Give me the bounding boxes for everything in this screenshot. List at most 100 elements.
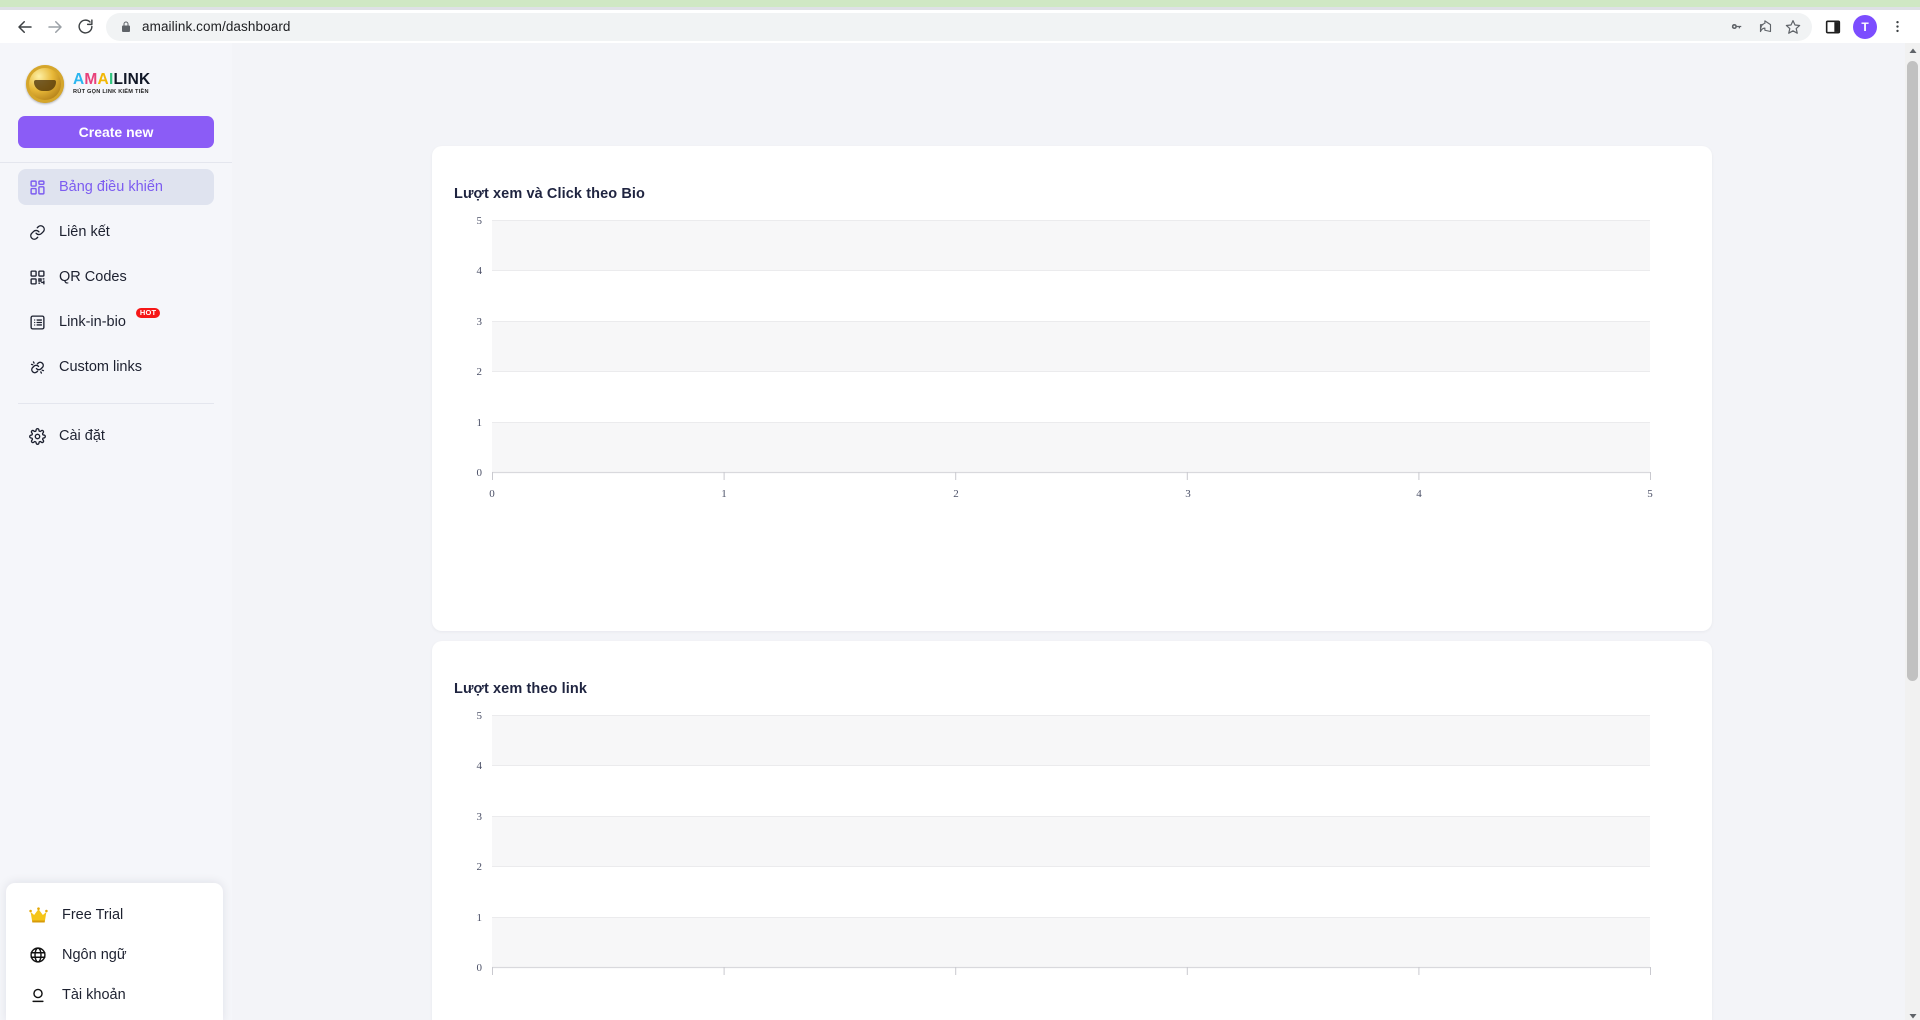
side-panel-icon [1825, 20, 1841, 33]
chart-y-tick-labels: 5 4 3 2 1 0 [477, 710, 483, 974]
chart-bands [492, 715, 1650, 967]
omnibox-actions [1724, 14, 1806, 40]
status-badge-hot: HOT [135, 307, 161, 319]
sidebar-divider-bottom [18, 403, 214, 404]
brand-text: AMAILINK RÚT GỌN LINK KIẾM TIỀN [73, 72, 150, 96]
browser-menu-button[interactable] [1884, 14, 1910, 40]
svg-text:1: 1 [721, 488, 727, 500]
svg-text:3: 3 [477, 811, 483, 823]
create-new-button[interactable]: Create new [18, 116, 214, 148]
scrollbar-thumb[interactable] [1907, 61, 1918, 681]
reload-icon [77, 19, 93, 34]
brand-word-link: LINK [113, 70, 151, 88]
bottom-item-label: Ngôn ngữ [62, 947, 127, 963]
bottom-item-account[interactable]: Tài khoản [6, 975, 223, 1015]
page-scrollbar[interactable] [1905, 43, 1920, 1020]
back-button[interactable] [10, 12, 40, 42]
bottom-item-free-trial[interactable]: Free Trial [6, 895, 223, 935]
svg-text:4: 4 [477, 760, 483, 772]
svg-text:1: 1 [477, 912, 483, 924]
address-bar[interactable]: amailink.com/dashboard [106, 12, 1812, 41]
brand-logo[interactable]: AMAILINK RÚT GỌN LINK KIẾM TIỀN [0, 43, 232, 107]
brand-letter-a2: A [97, 70, 109, 88]
sidebar-item-settings[interactable]: Cài đặt [18, 418, 214, 454]
scroll-up-button[interactable] [1905, 43, 1920, 58]
profile-avatar[interactable]: T [1853, 14, 1877, 39]
chart-x-ticks [492, 967, 1651, 975]
password-manager-button[interactable] [1724, 14, 1750, 40]
three-dot-menu-icon [1895, 20, 1899, 33]
chevron-down-icon [1909, 1013, 1916, 1018]
chart-x-ticks [492, 472, 1651, 480]
svg-text:4: 4 [1416, 488, 1422, 500]
sidebar: AMAILINK RÚT GỌN LINK KIẾM TIỀN Create n… [0, 43, 232, 1020]
tab-strip[interactable] [0, 0, 1920, 7]
sidebar-item-custom-links[interactable]: Custom links [18, 349, 214, 385]
card-views-clicks-by-bio: Lượt xem và Click theo Bio 5 4 3 2 1 0 0… [432, 146, 1712, 631]
page-content: AMAILINK RÚT GỌN LINK KIẾM TIỀN Create n… [0, 43, 1920, 1020]
browser-toolbar: amailink.com/dashboard T [0, 10, 1920, 43]
sidebar-bottom-menu: Free Trial Ngôn ngữ Tài khoản [6, 883, 223, 1020]
side-panel-button[interactable] [1820, 14, 1846, 40]
sidebar-settings-group: Cài đặt [0, 418, 232, 463]
sidebar-item-label: Bảng điều khiển [59, 179, 163, 195]
chart-views-clicks-by-bio[interactable]: 5 4 3 2 1 0 0 1 2 3 4 5 [432, 146, 1712, 631]
scroll-down-button[interactable] [1905, 1008, 1920, 1020]
svg-text:3: 3 [1185, 488, 1191, 500]
qr-code-icon [28, 268, 47, 287]
bookmark-button[interactable] [1780, 14, 1806, 40]
link-chain-icon [28, 223, 47, 242]
sidebar-item-label: Liên kết [59, 224, 110, 240]
user-account-icon [28, 985, 48, 1005]
lock-icon [120, 21, 132, 33]
sidebar-item-links[interactable]: Liên kết [18, 214, 214, 250]
sidebar-item-label: Cài đặt [59, 428, 105, 444]
forward-arrow-icon [48, 20, 62, 33]
url-text: amailink.com/dashboard [142, 19, 291, 34]
svg-text:0: 0 [489, 488, 495, 500]
chart-svg: 5 4 3 2 1 0 0 1 2 3 4 5 [477, 215, 1654, 500]
main-content: Lượt xem và Click theo Bio 5 4 3 2 1 0 0… [232, 43, 1920, 1020]
key-icon [1731, 24, 1741, 29]
chevron-up-icon [1909, 48, 1916, 53]
svg-text:2: 2 [953, 488, 959, 500]
bottom-item-label: Tài khoản [62, 987, 126, 1003]
chart-svg: 5 4 3 2 1 0 [477, 710, 1651, 975]
svg-text:0: 0 [477, 467, 483, 479]
brand-name: AMAILINK [73, 72, 150, 88]
brand-tagline: RÚT GỌN LINK KIẾM TIỀN [73, 89, 149, 96]
brand-letter-a1: A [73, 70, 85, 88]
coin-logo-icon [26, 65, 64, 103]
chart-bands [492, 220, 1650, 472]
bottom-item-label: Free Trial [62, 907, 124, 923]
svg-text:1: 1 [477, 417, 483, 429]
dashboard-grid-icon [28, 178, 47, 197]
svg-text:2: 2 [477, 861, 483, 873]
custom-link-icon [28, 358, 47, 377]
chart-y-tick-labels: 5 4 3 2 1 0 [477, 215, 483, 479]
back-arrow-icon [18, 20, 32, 33]
list-card-icon [28, 313, 47, 332]
sidebar-item-dashboard[interactable]: Bảng điều khiển [18, 169, 214, 205]
reload-button[interactable] [70, 12, 100, 42]
toolbar-right-icons: T [1820, 14, 1910, 40]
forward-button[interactable] [40, 12, 70, 42]
svg-text:3: 3 [477, 316, 483, 328]
sidebar-item-label: QR Codes [59, 269, 127, 285]
svg-text:5: 5 [1647, 488, 1653, 500]
sidebar-divider-top [0, 162, 232, 163]
svg-text:5: 5 [477, 215, 483, 227]
create-new-wrapper: Create new [0, 107, 232, 148]
star-icon [1785, 19, 1801, 34]
sidebar-item-qr-codes[interactable]: QR Codes [18, 259, 214, 295]
sidebar-item-label: Custom links [59, 359, 142, 375]
svg-text:5: 5 [477, 710, 483, 722]
bottom-item-language[interactable]: Ngôn ngữ [6, 935, 223, 975]
share-button[interactable] [1752, 14, 1778, 40]
gear-icon [28, 427, 47, 446]
chart-x-tick-labels: 0 1 2 3 4 5 [489, 488, 1653, 500]
svg-text:2: 2 [477, 366, 483, 378]
sidebar-item-link-in-bio[interactable]: Link-in-bio HOT [18, 304, 214, 340]
chart-views-by-link[interactable]: 5 4 3 2 1 0 [432, 641, 1712, 1020]
svg-text:0: 0 [477, 962, 483, 974]
